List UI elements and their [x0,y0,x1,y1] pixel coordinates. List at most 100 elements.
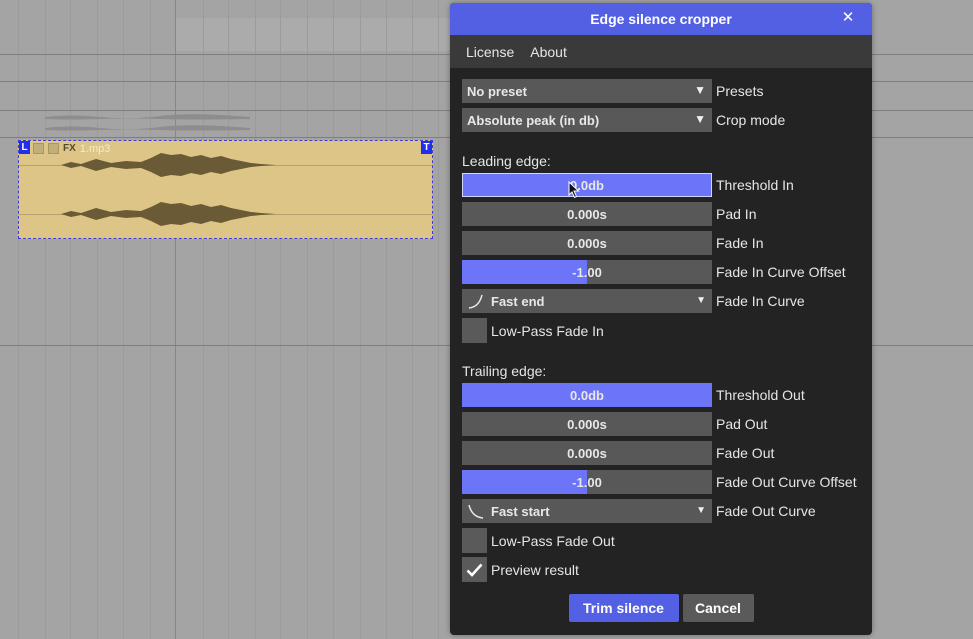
threshold-out-slider[interactable]: 0.0db [462,383,712,407]
grid-line [175,0,176,639]
grid-line [18,0,19,639]
fade-in-curve-offset-slider[interactable]: -1.00 [462,260,712,284]
fade-out-curve-offset-row: -1.00 Fade Out Curve Offset [462,470,857,494]
preview-result-checkbox[interactable] [462,557,487,582]
grid-line [280,0,281,639]
pad-in-row: 0.000s Pad In [462,202,756,226]
fade-in-curve-offset-row: -1.00 Fade In Curve Offset [462,260,846,284]
item-left-tag[interactable]: L [19,141,30,154]
fade-out-curve-label: Fade Out Curve [716,503,816,519]
dialog-buttons: Trim silence Cancel [450,594,872,622]
fade-out-value: 0.000s [567,445,607,461]
presets-row: No preset ▼ Presets [462,79,763,103]
fade-out-curve-value: Fast start [491,503,550,519]
fade-out-curve-row: Fast start ▼ Fade Out Curve [462,499,816,523]
fade-in-curve-offset-value: -1.00 [572,264,602,280]
grid-line [70,0,71,639]
lowpass-fade-out-row: Low-Pass Fade Out [462,528,615,553]
fade-out-curve-offset-value: -1.00 [572,474,602,490]
dialog-title: Edge silence cropper [590,11,732,27]
mouse-cursor-icon [568,181,580,199]
pad-in-value: 0.000s [567,206,607,222]
trailing-edge-heading: Trailing edge: [462,363,547,379]
pad-in-slider[interactable]: 0.000s [462,202,712,226]
grid-line [123,0,124,639]
grid-line [45,0,46,639]
triangle-down-icon: ▼ [694,112,706,126]
fade-out-curve-dropdown[interactable]: Fast start ▼ [462,499,712,523]
threshold-in-slider[interactable]: 0.0db [462,173,712,197]
fast-end-curve-icon [468,294,483,309]
threshold-out-label: Threshold Out [716,387,805,403]
preview-result-label: Preview result [491,561,579,578]
fade-in-curve-value: Fast end [491,293,545,309]
lowpass-fade-in-row: Low-Pass Fade In [462,318,604,343]
item-waveform [61,153,276,226]
fast-start-curve-icon [468,504,484,519]
ruler-shade [175,18,465,51]
pad-out-label: Pad Out [716,416,768,432]
fade-out-slider[interactable]: 0.000s [462,441,712,465]
lowpass-fade-in-checkbox[interactable] [462,318,487,343]
grid-line [333,0,334,639]
grid-line [228,0,229,639]
fade-in-slider[interactable]: 0.000s [462,231,712,255]
item-right-tag[interactable]: T [421,141,432,154]
threshold-in-label: Threshold In [716,177,794,193]
grid-line [438,0,439,639]
lowpass-fade-out-label: Low-Pass Fade Out [491,532,615,549]
threshold-in-row: 0.0db Threshold In [462,173,794,197]
pad-out-slider[interactable]: 0.000s [462,412,712,436]
fade-in-label: Fade In [716,235,764,251]
pad-out-row: 0.000s Pad Out [462,412,767,436]
ghost-waveform [45,114,250,131]
grid-line [412,0,413,639]
chevron-down-icon: ▼ [696,295,706,306]
grid-line [203,0,204,639]
pad-in-label: Pad In [716,206,757,222]
threshold-in-value: 0.0db [570,177,604,193]
media-item[interactable]: L T FX 1.mp3 [18,140,433,239]
menu-license[interactable]: License [466,44,514,60]
threshold-out-value: 0.0db [570,387,604,403]
close-icon[interactable]: ✕ [840,10,856,26]
fade-out-curve-offset-label: Fade Out Curve Offset [716,474,857,490]
pad-out-value: 0.000s [567,416,607,432]
fade-in-curve-label: Fade In Curve [716,293,805,309]
grid-line [307,0,308,639]
dialog-titlebar[interactable]: Edge silence cropper ✕ [450,3,872,35]
fade-in-curve-offset-label: Fade In Curve Offset [716,264,846,280]
fade-in-row: 0.000s Fade In [462,231,763,255]
menubar: License About [450,35,872,68]
threshold-out-row: 0.0db Threshold Out [462,383,805,407]
presets-dropdown[interactable]: No preset ▼ [462,79,712,103]
checkmark-icon [466,563,483,577]
triangle-down-icon: ▼ [694,83,706,97]
edge-silence-cropper-dialog: Edge silence cropper ✕ License About No … [450,3,872,635]
presets-value: No preset [467,83,527,99]
fade-out-label: Fade Out [716,445,775,461]
grid-line [150,0,151,639]
crop-mode-dropdown[interactable]: Absolute peak (in db) ▼ [462,108,712,132]
crop-mode-row: Absolute peak (in db) ▼ Crop mode [462,108,785,132]
fade-out-curve-offset-slider[interactable]: -1.00 [462,470,712,494]
chevron-down-icon: ▼ [696,505,706,516]
cancel-button[interactable]: Cancel [682,594,754,622]
trim-silence-button[interactable]: Trim silence [568,594,679,622]
fade-out-row: 0.000s Fade Out [462,441,774,465]
crop-mode-value: Absolute peak (in db) [467,112,600,128]
fade-in-curve-row: Fast end ▼ Fade In Curve [462,289,805,313]
lowpass-fade-out-checkbox[interactable] [462,528,487,553]
fade-in-curve-dropdown[interactable]: Fast end ▼ [462,289,712,313]
grid-line [360,0,361,639]
grid-line [386,0,387,639]
fade-in-value: 0.000s [567,235,607,251]
grid-line [255,0,256,639]
grid-line [97,0,98,639]
lowpass-fade-in-label: Low-Pass Fade In [491,322,604,339]
presets-label: Presets [716,83,764,99]
preview-result-row: Preview result [462,557,579,582]
crop-mode-label: Crop mode [716,112,786,128]
leading-edge-heading: Leading edge: [462,153,551,169]
menu-about[interactable]: About [530,44,567,60]
